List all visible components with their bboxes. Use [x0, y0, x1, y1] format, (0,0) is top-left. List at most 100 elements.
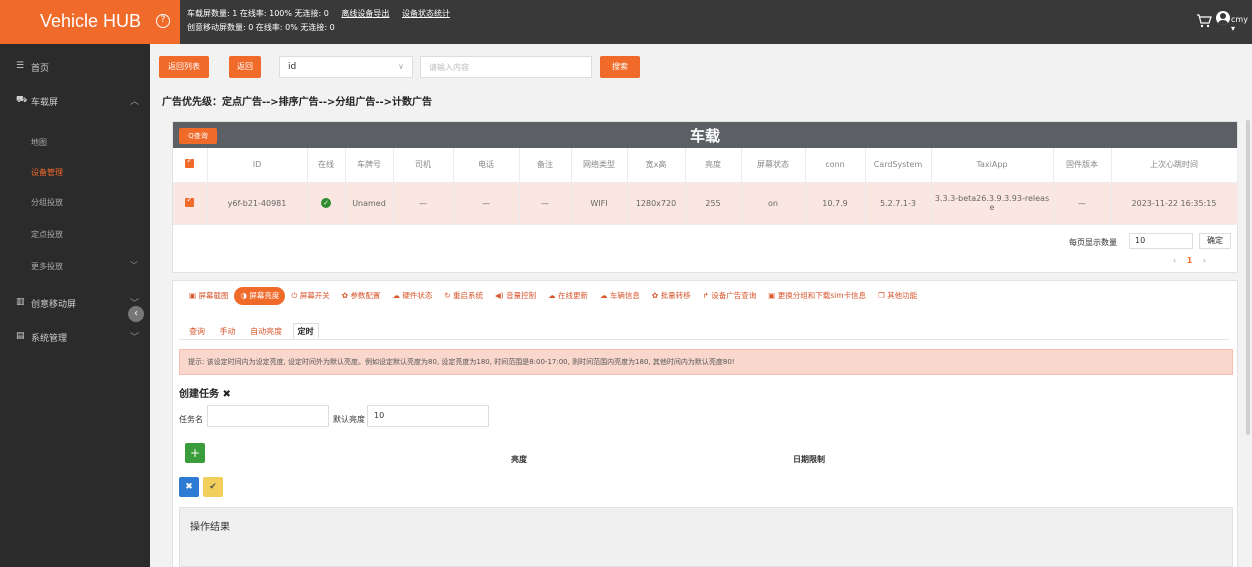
cancel-button[interactable]: ✖	[179, 477, 199, 497]
sidebar-subitem-map[interactable]: 地图	[0, 128, 150, 156]
vehicle-stats-text: 车载屏数量: 1 在线率: 100% 无连接: 0	[187, 9, 329, 18]
tab-reboot[interactable]: ↻ 重启系统	[438, 287, 489, 305]
sidebar-item-system-mgmt[interactable]: ▤ 系统管理 ﹀	[0, 322, 150, 352]
cloud-icon: ☁	[392, 291, 400, 300]
chevron-down-icon: ﹀	[130, 333, 140, 343]
share-icon: ↱	[702, 291, 709, 300]
sidebar-subitem-more-delivery[interactable]: 更多投放 ﹀	[0, 252, 150, 280]
brightness-icon: ◑	[240, 291, 248, 300]
creative-stats-text: 创意移动屏数量: 0 在线率: 0% 无连接: 0	[187, 23, 335, 32]
create-task-title[interactable]: 创建任务 ✖	[179, 385, 231, 400]
volume-icon: ◀)	[495, 291, 504, 300]
chevron-down-icon: ﹀	[130, 261, 138, 270]
brand-area: Vehicle HUB ?	[0, 0, 180, 44]
task-name-label: 任务名	[179, 415, 203, 424]
control-panel: ▣ 屏幕截图 ◑ 屏幕亮度 ⏻ 屏幕开关 ✿ 参数配置 ☁ 硬件状态 ↻ 重启系统 ◀) 音…	[172, 280, 1238, 567]
chevron-up-icon: ︿	[130, 97, 140, 107]
subtab-query[interactable]: 查询	[185, 324, 209, 340]
tab-vehicle-info[interactable]: ☁ 车辆信息	[594, 287, 646, 305]
table-cell: —	[1053, 182, 1112, 225]
pagination: ‹ 1 ›	[1173, 256, 1206, 265]
tab-ad-query[interactable]: ↱ 设备广告查询	[697, 287, 763, 305]
panel-header: Q查询 车载	[173, 122, 1237, 148]
checkbox-icon	[185, 195, 195, 207]
column-header: 亮度	[685, 148, 742, 183]
task-name-input[interactable]	[207, 405, 329, 427]
brand-title[interactable]: Vehicle HUB	[40, 11, 141, 32]
user-menu[interactable]: cmy ▾	[1231, 15, 1252, 33]
subtab-auto-brightness[interactable]: 自动亮度	[246, 324, 286, 340]
column-header: CardSystem	[865, 148, 932, 183]
sidebar-subitem-device-mgmt[interactable]: 设备管理	[0, 158, 150, 186]
ad-priority-text: 广告优先级：定点广告-->排序广告-->分组广告-->计数广告	[162, 97, 433, 108]
device-status-link[interactable]: 设备状态统计	[402, 9, 450, 18]
column-header: 电话	[453, 148, 520, 183]
table-cell: 255	[685, 182, 742, 225]
tab-other[interactable]: ❐ 其他功能	[872, 287, 923, 305]
default-brightness-input[interactable]: 10	[367, 405, 489, 427]
tab-online-update[interactable]: ☁ 在线更新	[542, 287, 594, 305]
table-cell: 5.2.7.1-3	[865, 182, 932, 225]
table-cell: 10.7.9	[805, 182, 866, 225]
tab-screenshot[interactable]: ▣ 屏幕截图	[183, 287, 234, 305]
date-limit-column-header: 日期限制	[793, 455, 825, 464]
search-button[interactable]: 搜索	[600, 56, 640, 78]
cloud-icon: ☁	[600, 291, 608, 300]
row-checkbox[interactable]	[173, 182, 208, 225]
next-page-button[interactable]: ›	[1203, 256, 1206, 265]
search-field-select[interactable]: id ∨	[279, 56, 413, 78]
sidebar-subitem-fixed-delivery[interactable]: 定点投放	[0, 220, 150, 248]
cart-icon[interactable]	[1196, 13, 1212, 29]
checkbox-icon	[185, 156, 195, 169]
column-header: 在线	[307, 148, 346, 183]
table-cell: WIFI	[571, 182, 628, 225]
function-tabs: ▣ 屏幕截图 ◑ 屏幕亮度 ⏻ 屏幕开关 ✿ 参数配置 ☁ 硬件状态 ↻ 重启系统 ◀) 音…	[183, 287, 923, 305]
table-cell: —	[453, 182, 520, 225]
image-icon: ▣	[189, 291, 197, 300]
subtab-manual[interactable]: 手动	[216, 324, 240, 340]
table-header-row: ID 在线 车牌号 司机 电话 备注 网络类型 宽x高 亮度 屏幕状态 conn…	[173, 148, 1238, 183]
brightness-subtabs: 查询 手动 自动亮度 定时	[185, 323, 323, 339]
device-panel: Q查询 车载 ID 在线 车牌号 司机 电话 备注 网络类型 宽x高 亮度	[172, 121, 1238, 273]
check-circle-icon: ✓	[321, 198, 331, 208]
help-icon[interactable]: ?	[156, 14, 170, 28]
prev-page-button[interactable]: ‹	[1173, 256, 1176, 265]
cloud-icon: ☁	[548, 291, 556, 300]
tab-change-group-sim[interactable]: ▣ 更换分组和下载sim卡信息	[762, 287, 872, 305]
back-to-list-button[interactable]: 返回列表	[159, 56, 209, 78]
column-header: 屏幕状态	[741, 148, 806, 183]
tab-volume[interactable]: ◀) 音量控制	[489, 287, 542, 305]
tab-screen-switch[interactable]: ⏻ 屏幕开关	[285, 287, 335, 305]
top-bar: Vehicle HUB ? 车载屏数量: 1 在线率: 100% 无连接: 0 …	[0, 0, 1252, 44]
sidebar-item-home[interactable]: ☰ 首页	[0, 52, 150, 82]
gear-icon: ✿	[341, 291, 349, 300]
sidebar-item-vehicle-screen[interactable]: ⛟ 车载屏 ︿	[0, 86, 150, 116]
column-header: TaxiApp	[931, 148, 1054, 183]
tab-params[interactable]: ✿ 参数配置	[336, 287, 387, 305]
export-offline-link[interactable]: 离线设备导出	[341, 9, 389, 18]
gear-icon: ✿	[651, 291, 659, 300]
subtab-scheduled[interactable]: 定时	[292, 323, 319, 339]
collapse-sidebar-button[interactable]: ‹	[128, 306, 144, 322]
table-cell: —	[519, 182, 572, 225]
table-cell: 2023-11-22 16:35:15	[1111, 182, 1238, 225]
select-all-checkbox[interactable]	[173, 148, 208, 183]
table-cell: on	[741, 182, 806, 225]
add-row-button[interactable]: +	[185, 443, 205, 463]
page-scrollbar[interactable]	[1246, 120, 1250, 435]
tab-hardware[interactable]: ☁ 硬件状态	[386, 287, 438, 305]
tab-batch-transfer[interactable]: ✿ 批量转移	[646, 287, 697, 305]
avatar[interactable]	[1216, 11, 1230, 25]
page-size-input[interactable]: 10	[1129, 233, 1193, 249]
page-size-confirm-button[interactable]: 确定	[1199, 233, 1231, 249]
sidebar-subitem-group-delivery[interactable]: 分组投放	[0, 188, 150, 216]
settings-icon: ▤	[16, 331, 25, 341]
operation-result-title: 操作结果	[190, 522, 230, 533]
online-status: ✓	[307, 182, 346, 225]
search-input[interactable]	[420, 56, 592, 78]
page-number-button[interactable]: 1	[1187, 256, 1193, 265]
confirm-button[interactable]: ✔	[203, 477, 223, 497]
table-row[interactable]: y6f-b21-40981 ✓ Unamed — — — WIFI 1280x7…	[173, 182, 1238, 225]
tab-brightness[interactable]: ◑ 屏幕亮度	[234, 287, 286, 305]
back-button[interactable]: 返回	[229, 56, 261, 78]
